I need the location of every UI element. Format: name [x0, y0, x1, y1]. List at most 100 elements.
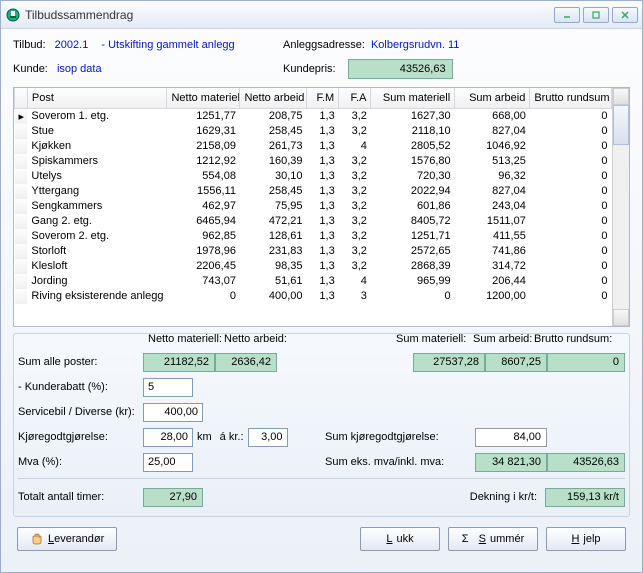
- col-brutto[interactable]: Brutto rundsum: [530, 88, 612, 108]
- col-netto-arb[interactable]: Netto arbeid: [240, 88, 307, 108]
- cell-post: Soverom 1. etg.: [27, 108, 167, 124]
- kjore-label: Kjøregodtgjørelse:: [18, 431, 143, 443]
- cell-br: 0: [530, 154, 612, 169]
- timer-label: Totalt antall timer:: [18, 491, 143, 503]
- sum-poster-label: Sum alle poster:: [18, 356, 143, 368]
- cell-fa: 3,2: [339, 154, 371, 169]
- cell-sm: 2868,39: [371, 259, 455, 274]
- cell-nm: 554,08: [167, 169, 240, 184]
- cell-na: 472,21: [240, 214, 307, 229]
- col-fa[interactable]: F.A: [339, 88, 371, 108]
- cell-fm: 1,3: [307, 169, 339, 184]
- col-sum-arb[interactable]: Sum arbeid: [455, 88, 530, 108]
- table-row[interactable]: Jording 743,07 51,61 1,3 4 965,99 206,44…: [15, 274, 612, 289]
- cell-nm: 6465,94: [167, 214, 240, 229]
- cell-sa: 1200,00: [455, 289, 530, 304]
- sum-eks-value: 34 821,30: [475, 453, 547, 472]
- cell-br: 0: [530, 289, 612, 304]
- scroll-thumb[interactable]: [613, 105, 629, 145]
- cell-br: 0: [530, 244, 612, 259]
- minimize-button[interactable]: [554, 7, 580, 23]
- cell-sa: 96,32: [455, 169, 530, 184]
- cell-nm: 2158,09: [167, 139, 240, 154]
- cell-br: 0: [530, 259, 612, 274]
- kunderabatt-input[interactable]: [143, 378, 193, 397]
- cell-sm: 2022,94: [371, 184, 455, 199]
- cell-sa: 1046,92: [455, 139, 530, 154]
- table-row[interactable]: Stue 1629,31 258,45 1,3 3,2 2118,10 827,…: [15, 124, 612, 139]
- table-row[interactable]: Kjøkken 2158,09 261,73 1,3 4 2805,52 104…: [15, 139, 612, 154]
- table-row[interactable]: ▸ Soverom 1. etg. 1251,77 208,75 1,3 3,2…: [15, 108, 612, 124]
- table-row[interactable]: Sengkammers 462,97 75,95 1,3 3,2 601,86 …: [15, 199, 612, 214]
- col-fm[interactable]: F.M: [307, 88, 339, 108]
- cell-fm: 1,3: [307, 124, 339, 139]
- table-row[interactable]: Yttergang 1556,11 258,45 1,3 3,2 2022,94…: [15, 184, 612, 199]
- leverandor-button[interactable]: Leverandør: [17, 527, 117, 551]
- cell-post: Stue: [27, 124, 167, 139]
- cell-fm: 1,3: [307, 289, 339, 304]
- cell-br: 0: [530, 199, 612, 214]
- cell-fa: 3,2: [339, 214, 371, 229]
- cell-sm: 601,86: [371, 199, 455, 214]
- table-row[interactable]: Utelys 554,08 30,10 1,3 3,2 720,30 96,32…: [15, 169, 612, 184]
- titlebar[interactable]: Tilbudssammendrag: [1, 1, 642, 29]
- cell-na: 261,73: [240, 139, 307, 154]
- table-row[interactable]: Klesloft 2206,45 98,35 1,3 3,2 2868,39 3…: [15, 259, 612, 274]
- hand-icon: [30, 532, 44, 546]
- cell-sa: 206,44: [455, 274, 530, 289]
- scroll-down-button[interactable]: [613, 309, 629, 326]
- table-row[interactable]: Spiskammers 1212,92 160,39 1,3 3,2 1576,…: [15, 154, 612, 169]
- sm-total: 27537,28: [413, 353, 485, 372]
- servicebil-input[interactable]: [143, 403, 203, 422]
- table-row[interactable]: Riving eksisterende anlegg 0 400,00 1,3 …: [15, 289, 612, 304]
- cell-br: 0: [530, 274, 612, 289]
- cell-na: 208,75: [240, 108, 307, 124]
- cell-na: 160,39: [240, 154, 307, 169]
- hdr-brutto: Brutto rundsum:: [534, 333, 612, 345]
- app-icon: [5, 7, 21, 23]
- cell-sa: 827,04: [455, 184, 530, 199]
- cell-sa: 513,25: [455, 154, 530, 169]
- tilbud-number: 2002.1: [55, 39, 89, 51]
- kunde-label: Kunde:: [13, 63, 48, 75]
- cell-br: 0: [530, 229, 612, 244]
- col-sum-mat[interactable]: Sum materiell: [371, 88, 455, 108]
- table-row[interactable]: Gang 2. etg. 6465,94 472,21 1,3 3,2 8405…: [15, 214, 612, 229]
- kunde-value: isop data: [57, 63, 102, 75]
- dekning-label: Dekning i kr/t:: [470, 491, 537, 503]
- col-netto-mat[interactable]: Netto materiell: [167, 88, 240, 108]
- kjore-km-input[interactable]: [143, 428, 193, 447]
- maximize-button[interactable]: [583, 7, 609, 23]
- table-row[interactable]: Storloft 1978,96 231,83 1,3 3,2 2572,65 …: [15, 244, 612, 259]
- anlegg-value: Kolbergsrudvn. 11: [371, 39, 459, 51]
- cell-post: Spiskammers: [27, 154, 167, 169]
- scroll-up-button[interactable]: [613, 88, 629, 105]
- close-button[interactable]: [612, 7, 638, 23]
- vertical-scrollbar[interactable]: [612, 88, 629, 326]
- cell-nm: 1978,96: [167, 244, 240, 259]
- timer-value: 27,90: [143, 488, 203, 507]
- cell-post: Utelys: [27, 169, 167, 184]
- sum-inkl-value: 43526,63: [547, 453, 625, 472]
- cell-fm: 1,3: [307, 139, 339, 154]
- cell-sm: 2572,65: [371, 244, 455, 259]
- cell-fm: 1,3: [307, 274, 339, 289]
- data-grid[interactable]: Post Netto materiell Netto arbeid F.M F.…: [13, 87, 630, 327]
- kjore-rate-input[interactable]: [248, 428, 288, 447]
- table-row[interactable]: Soverom 2. etg. 962,85 128,61 1,3 3,2 12…: [15, 229, 612, 244]
- cell-fa: 3,2: [339, 199, 371, 214]
- cell-fm: 1,3: [307, 154, 339, 169]
- cell-nm: 2206,45: [167, 259, 240, 274]
- cell-fm: 1,3: [307, 184, 339, 199]
- cell-br: 0: [530, 139, 612, 154]
- dekning-value: 159,13 kr/t: [545, 488, 625, 507]
- hjelp-button[interactable]: Hjelp: [546, 527, 626, 551]
- km-unit: km: [197, 431, 212, 443]
- summer-button[interactable]: Σ Summér: [448, 527, 538, 551]
- cell-sa: 243,04: [455, 199, 530, 214]
- col-post[interactable]: Post: [27, 88, 167, 108]
- mva-input[interactable]: [143, 453, 193, 472]
- tilbud-desc: - Utskifting gammelt anlegg: [101, 39, 234, 51]
- lukk-button[interactable]: Lukk: [360, 527, 440, 551]
- kundepris-label: Kundepris:: [283, 63, 336, 75]
